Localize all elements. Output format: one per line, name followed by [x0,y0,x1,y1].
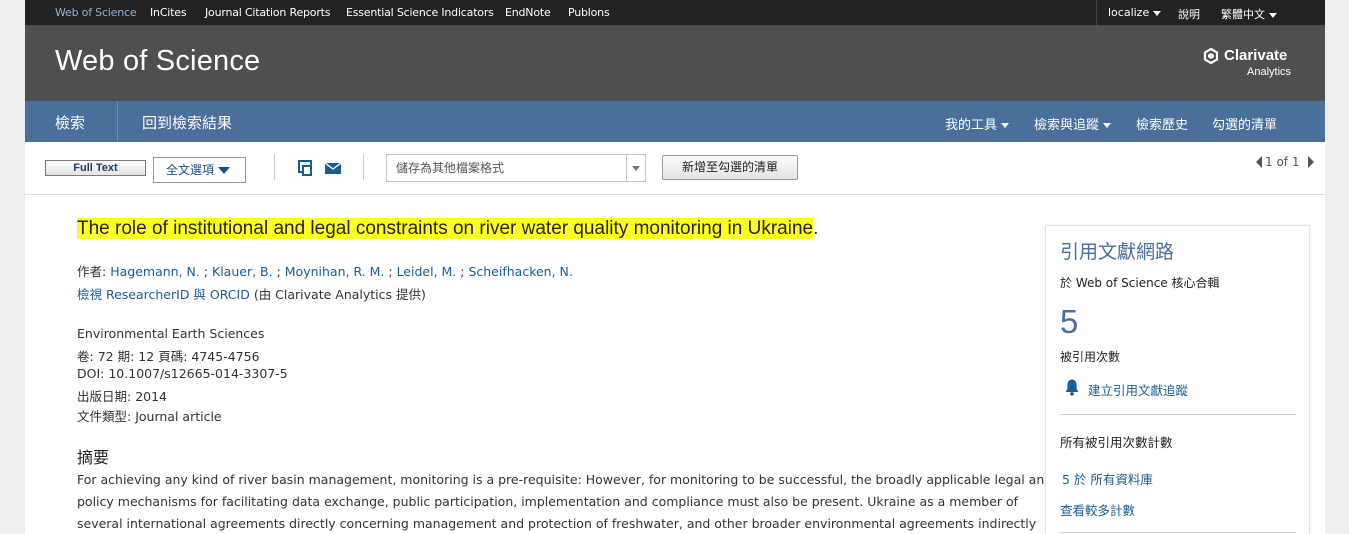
language-label: 繁體中文 [1221,8,1265,21]
citation-scope: 於 Web of Science 核心合輯 [1060,276,1220,290]
doctype-line: 文件類型: Journal article [77,406,222,425]
volume-value: 72 [97,349,114,364]
nav-divider [117,101,118,142]
chevron-down-icon [1269,12,1277,18]
save-format-placeholder: 儲存為其他檔案格式 [396,161,505,175]
language-menu[interactable]: 繁體中文 [1221,6,1277,22]
nav-search-tracking-label: 檢索與追蹤 [1034,118,1100,133]
nav-search-tracking[interactable]: 檢索與追蹤 [1034,114,1112,133]
pages-value: 4745-4756 [191,349,260,364]
abstract-line: several international agreements directl… [77,516,1037,531]
nav-search-history[interactable]: 檢索歷史 [1136,114,1188,133]
record-title: The role of institutional and legal cons… [77,218,818,240]
doi-value: 10.1007/s12665-014-3307-5 [108,366,288,381]
product-link-jcr[interactable]: Journal Citation Reports [205,6,330,19]
product-link-esi[interactable]: Essential Science Indicators [346,6,494,19]
nav-search[interactable]: 檢索 [55,112,85,133]
record-title-text: The role of institutional and legal cons… [77,218,814,239]
times-cited-count[interactable]: 5 [1060,303,1078,341]
topbar-divider [1096,0,1097,25]
bell-icon[interactable] [1064,378,1080,396]
localize-label: localize [1108,6,1150,19]
nav-my-tools[interactable]: 我的工具 [945,114,1010,133]
citation-network-panel: 引用文獻網路 於 Web of Science 核心合輯 5 被引用次數 建立引… [1045,225,1310,534]
nav-back-to-results[interactable]: 回到檢索結果 [142,112,232,133]
author-link[interactable]: Hagemann, N. [110,264,200,279]
logo-subtext: Analytics [1247,66,1292,78]
chevron-down-icon [1153,10,1162,16]
next-record-icon[interactable] [1308,156,1314,168]
panel-divider [1060,532,1296,533]
nav-marked-list[interactable]: 勾選的清單 [1212,114,1277,133]
published-value: 2014 [135,389,168,404]
chevron-down-icon [218,167,231,174]
product-link-web-of-science[interactable]: Web of Science [55,6,137,19]
issue-label: 期: [117,349,135,364]
print-icon[interactable] [296,159,316,177]
all-databases-link[interactable]: 5 於 所有資料庫 [1062,469,1153,488]
clarivate-logo[interactable]: Clarivate Analytics [1203,47,1303,81]
product-link-publons[interactable]: Publons [568,6,610,19]
add-to-marked-list-button[interactable]: 新增至勾選的清單 [662,155,798,180]
full-text-button[interactable]: Full Text [45,160,146,176]
email-icon[interactable] [323,159,343,177]
save-format-select[interactable]: 儲存為其他檔案格式 [386,154,646,182]
panel-divider [1060,414,1296,415]
toolbar-divider [274,154,275,180]
doctype-value: Journal article [135,409,222,424]
published-label: 出版日期: [77,389,132,404]
nav-my-tools-label: 我的工具 [945,118,998,133]
doi-label: DOI: [77,366,105,381]
product-link-endnote[interactable]: EndNote [505,6,551,19]
published-line: 出版日期: 2014 [77,386,167,405]
author-link[interactable]: Leidel, M. [397,264,457,279]
pager-text: 1 of 1 [1265,155,1300,169]
record-toolbar: Full Text 全文選項 儲存為其他檔案格式 新增至勾選的清單 1 of 1 [25,142,1325,195]
researcher-id-link[interactable]: 檢視 ResearcherID 與 ORCID [77,287,250,302]
abstract-line: For achieving any kind of river basin ma… [77,472,1053,487]
main-nav: 檢索 回到檢索結果 我的工具 檢索與追蹤 檢索歷史 勾選的清單 [25,101,1325,142]
authors-line: 作者: Hagemann, N. ; Klauer, B. ; Moynihan… [77,264,573,279]
author-link[interactable]: Scheifhacken, N. [468,264,572,279]
citation-network-heading: 引用文獻網路 [1060,241,1175,263]
logo-text: Clarivate [1224,47,1288,64]
author-link[interactable]: Klauer, B. [212,264,273,279]
pages-label: 頁碼: [158,349,188,364]
product-bar: Web of Science InCites Journal Citation … [25,0,1325,25]
researcher-id-note: (由 Clarivate Analytics 提供) [253,287,426,302]
product-link-incites[interactable]: InCites [150,6,187,19]
issue-value: 12 [138,349,155,364]
times-cited-label: 被引用次數 [1060,350,1121,364]
help-link[interactable]: 說明 [1178,6,1200,22]
record-title-period: . [813,218,819,239]
full-text-options-button[interactable]: 全文選項 [153,157,246,183]
author-link[interactable]: Moynihan, R. M. [285,264,385,279]
site-title[interactable]: Web of Science [55,45,260,78]
all-counts-label: 所有被引用次數計數 [1060,435,1173,450]
prev-record-icon[interactable] [1256,156,1262,168]
site-header: Web of Science Clarivate Analytics [25,25,1325,101]
page-frame: Web of Science InCites Journal Citation … [25,0,1325,534]
journal-name: Environmental Earth Sciences [77,326,265,341]
toolbar-divider [363,154,364,180]
chevron-down-icon [1103,123,1112,128]
volume-label: 卷: [77,349,94,364]
volume-issue-pages: 卷: 72 期: 12 頁碼: 4745-4756 [77,346,260,365]
localize-menu[interactable]: localize [1108,6,1162,19]
record-pager: 1 of 1 [1256,155,1316,171]
create-citation-alert-link[interactable]: 建立引用文獻追蹤 [1088,380,1188,399]
chevron-down-icon [626,155,645,181]
doctype-label: 文件類型: [77,409,132,424]
chevron-down-icon [1001,123,1010,128]
authors-label: 作者: [77,264,107,279]
full-text-options-label: 全文選項 [166,163,215,177]
doi-line: DOI: 10.1007/s12665-014-3307-5 [77,366,288,381]
clarivate-logo-icon [1203,48,1219,64]
researcher-id-line: 檢視 ResearcherID 與 ORCID (由 Clarivate Ana… [77,284,426,303]
abstract-heading: 摘要 [77,448,110,467]
see-more-counts-link[interactable]: 查看較多計數 [1060,500,1135,519]
abstract-line: policy mechanisms for facilitating data … [77,494,1019,509]
